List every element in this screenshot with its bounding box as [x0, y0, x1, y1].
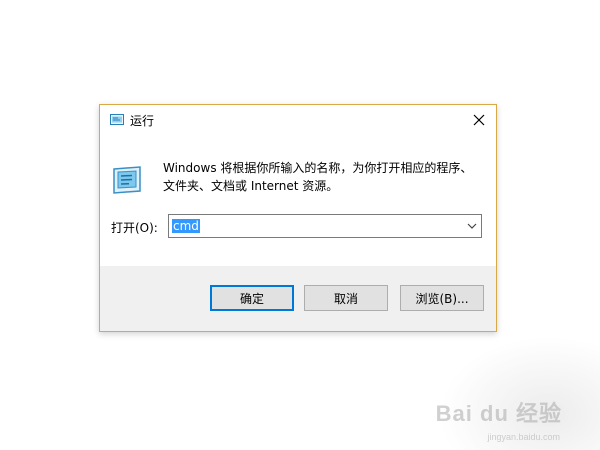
chevron-down-icon[interactable] — [466, 220, 478, 232]
cancel-button[interactable]: 取消 — [304, 285, 388, 311]
run-icon — [110, 114, 124, 125]
close-icon — [473, 114, 485, 126]
close-button[interactable] — [462, 105, 496, 135]
description-line-2: 文件夹、文档或 Internet 资源。 — [163, 179, 339, 193]
run-dialog: 运行 Windows 将根据你所输入的名称，为你打开相应的程序、 文件夹、文档或… — [99, 104, 497, 332]
open-combobox[interactable]: cmd — [168, 214, 482, 238]
watermark-url: jingyan.baidu.com — [487, 432, 560, 442]
run-large-icon — [113, 166, 141, 194]
ok-button[interactable]: 确定 — [210, 285, 294, 311]
watermark-logo: Bai du 经验 — [435, 401, 562, 426]
browse-button[interactable]: 浏览(B)... — [400, 285, 484, 311]
description-line-1: Windows 将根据你所输入的名称，为你打开相应的程序、 — [163, 161, 473, 175]
title-bar[interactable]: 运行 — [100, 105, 496, 135]
screen: Bai du 经验 jingyan.baidu.com 运行 Windows 将… — [0, 0, 600, 450]
description: Windows 将根据你所输入的名称，为你打开相应的程序、 文件夹、文档或 In… — [163, 159, 483, 195]
open-input-value[interactable]: cmd — [172, 219, 200, 233]
dialog-body: Windows 将根据你所输入的名称，为你打开相应的程序、 文件夹、文档或 In… — [100, 135, 496, 266]
window-title: 运行 — [130, 114, 155, 128]
open-label: 打开(O): — [111, 221, 158, 235]
